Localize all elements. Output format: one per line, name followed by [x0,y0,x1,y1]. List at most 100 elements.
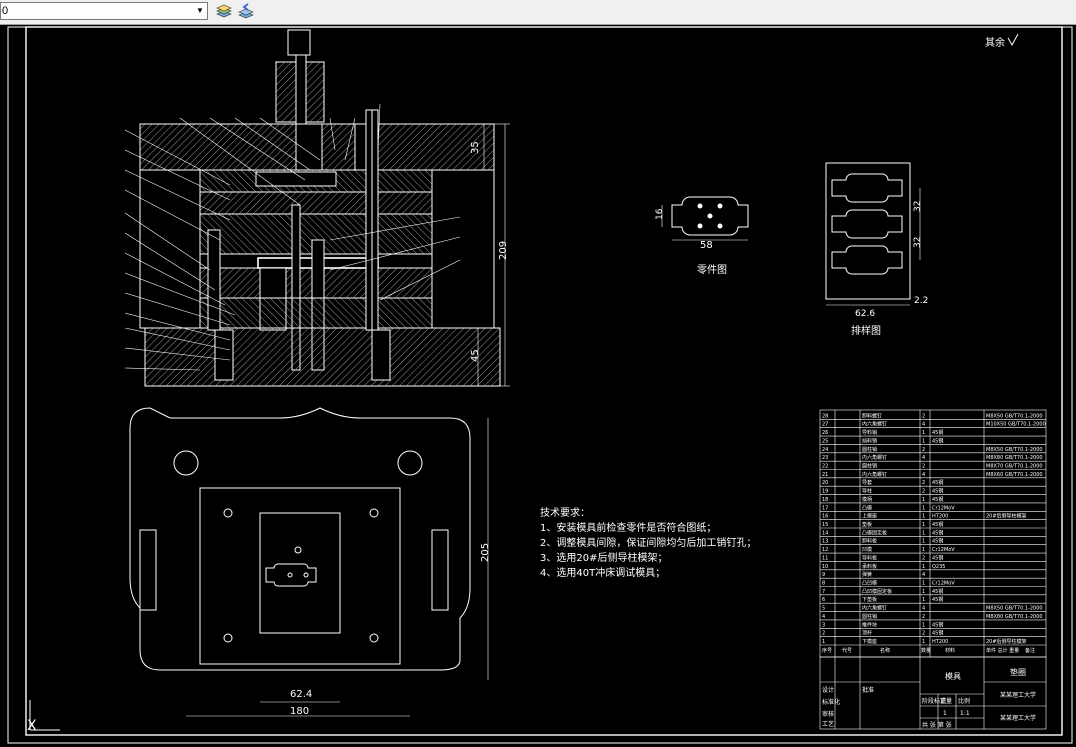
ucs-label: X [27,718,37,734]
tech-req-title: 技术要求： [540,506,590,519]
bom-cell-name: 凸凹模 [862,580,877,587]
bom-cell-no: 3 [822,622,825,628]
bom-cell-no: 17 [822,505,828,511]
bom-cell-qty: 4 [922,472,925,478]
bom-cell-no: 6 [822,597,825,603]
bom-header-qty: 数量 [921,647,931,654]
title-design: 设计 [822,686,834,694]
dim-205: 205 [480,543,491,562]
bom-cell-name: 圆柱销 [862,613,877,620]
dim-16: 16 [655,208,665,220]
bom-cell-qty: 2 [922,413,925,419]
bom-cell-note: 20#后侧导柱模架 [986,513,1027,520]
bom-cell-name: 凸模 [862,504,872,511]
bom-cell-note: 20#后侧导柱模架 [986,638,1027,645]
dim-180: 180 [290,706,309,717]
bom-cell-note: M10X50 GB/T70.1-2000 [986,422,1046,428]
bom-cell-note: M8X80 GB/T70.1-2000 [986,455,1043,461]
tech-req-item-1: 1、安装模具前检查零件是否符合图纸； [540,521,716,534]
dim-2-2: 2.2 [914,296,928,306]
tech-req-item-4: 4、选用40T冲床调试模具； [540,566,665,579]
bom-cell-name: 内六角螺钉 [862,421,887,428]
strip-label: 排样图 [851,324,881,337]
bom-cell-name: 导柱 [862,488,872,495]
bom-cell-no: 18 [822,497,828,503]
bom-cell-name: 圆柱销 [862,446,877,453]
bom-cell-no: 22 [822,464,828,470]
dim-209: 209 [498,241,509,260]
bom-cell-name: 圆柱销 [862,463,877,470]
bom-cell-note: M8X80 GB/T70.1-2000 [986,614,1043,620]
roughness-symbol: 其余 [985,33,1019,49]
bom-cell-name: 推件块 [862,621,877,628]
bom-cell-name: 凹模 [862,546,872,553]
bom-cell-mat: Cr12MoV [932,581,955,587]
bom-cell-no: 9 [822,572,825,578]
bom-cell-qty: 2 [922,447,925,453]
bom-cell-note: M8X60 GB/T70.1-2000 [986,472,1043,478]
layer-value: 0 [2,5,9,17]
bom-cell-no: 12 [822,547,828,553]
tech-req-item-2: 2、调整模具间隙，保证间隙均匀后加工销钉孔； [540,536,756,549]
bom-cell-no: 2 [822,631,825,637]
title-std: 标准化 [822,698,840,706]
bom-cell-qty: 2 [922,480,925,486]
title-scale: 1:1 [960,710,970,717]
layer-previous-icon[interactable] [236,2,256,22]
title-org-2: 某某理工大学 [1000,714,1036,722]
drawing-canvas[interactable]: 其余 35 209 45 58 16 零件图 32 32 2.2 62.6 排样… [0,25,1076,747]
bom-cell-mat: 45钢 [932,479,943,486]
bom-header-code: 代号 [842,647,852,654]
bom-cell-qty: 1 [922,497,925,503]
bom-cell-name: 上模座 [862,513,877,520]
bom-cell-name: 内六角螺钉 [862,605,887,612]
ucs-icon: X [27,700,60,734]
bom-cell-qty: 1 [922,539,925,545]
bom-cell-mat: 45钢 [932,429,943,436]
bom-cell-qty: 2 [922,631,925,637]
dim-62-6: 62.6 [855,309,875,319]
title-weight-label: 重量 [940,697,952,705]
technical-requirements: 技术要求： 1、安装模具前检查零件是否符合图纸； 2、调整模具间隙，保证间隙均匀… [540,506,756,579]
bom-cell-name: 凸凹模固定板 [862,588,892,595]
bom-cell-mat: 45钢 [932,538,943,545]
bom-header-weight: 单件 总计 重量 [986,647,1019,654]
bom-cell-name: 凸模固定板 [862,529,887,536]
bom-cell-mat: 45钢 [932,621,943,628]
bom-cell-qty: 4 [922,572,925,578]
bom-cell-no: 21 [822,472,828,478]
bom-cell-qty: 2 [922,614,925,620]
bom-cell-mat: 45钢 [932,496,943,503]
chevron-down-icon[interactable]: ▼ [194,4,206,18]
bom-cell-qty: 1 [922,547,925,553]
bom-cell-qty: 1 [922,430,925,436]
bom-cell-note: M8X50 GB/T70.1-2000 [986,413,1043,419]
bom-cell-qty: 1 [922,514,925,520]
bom-cell-note: M8X70 GB/T70.1-2000 [986,464,1043,470]
bom-cell-no: 19 [822,489,828,495]
bom-cell-mat: HT200 [932,514,948,520]
toolbar: 0 ▼ [0,0,1076,25]
bom-cell-name: 下垫板 [862,596,877,603]
bom-cell-no: 24 [822,447,828,453]
bom-cell-qty: 1 [922,589,925,595]
bom-header: 序号 代号 名称 数量 材料 单件 总计 重量 备注 [822,647,1035,654]
bom-cell-no: 28 [822,413,828,419]
bom-cell-name: 导料板 [862,554,877,561]
bom-cell-note: M8X50 GB/T70.1-2000 [986,447,1043,453]
layer-dropdown[interactable]: 0 ▼ [0,2,208,20]
layer-properties-icon[interactable] [214,2,234,22]
bom-cell-no: 13 [822,539,828,545]
bom-cell-qty: 1 [922,530,925,536]
bom-cell-name: 垫板 [862,521,872,528]
bom-cell-mat: HT200 [932,639,948,645]
bom-cell-no: 8 [822,581,825,587]
die-section-view [124,29,510,387]
bom-cell-no: 16 [822,514,828,520]
bom-cell-qty: 2 [922,464,925,470]
bom-cell-qty: 4 [922,455,925,461]
bom-cell-no: 15 [822,522,828,528]
bom-cell-mat: 45钢 [932,554,943,561]
bom-text: 28 卸料螺钉 2 M8X50 GB/T70.1-200027 内六角螺钉 4 M10X50… [822,412,1046,645]
bom-cell-name: 挡料销 [862,437,877,444]
